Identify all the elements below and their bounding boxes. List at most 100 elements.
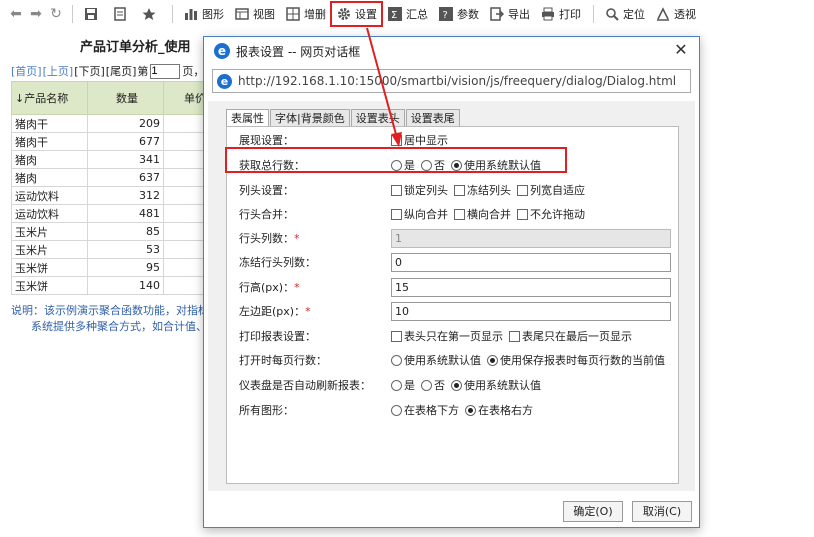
page-number-input[interactable] [150, 63, 181, 79]
cancel-button[interactable]: 取消(C) [632, 501, 692, 522]
tab-table-properties[interactable]: 表属性 [226, 109, 269, 127]
charts-right-radio[interactable]: 在表格右方 [465, 402, 533, 418]
page-rows-default-radio[interactable]: 使用系统默认值 [391, 352, 481, 368]
ie-icon: e [214, 43, 230, 59]
print-button[interactable]: 打印 [536, 3, 585, 25]
gear-icon [336, 6, 352, 22]
auto-refresh-default-radio[interactable]: 使用系统默认值 [451, 377, 541, 393]
required-mark: * [305, 305, 311, 318]
report-title: 产品订单分析_使用 [80, 40, 191, 55]
horizontal-merge-checkbox[interactable]: 横向合并 [454, 206, 511, 222]
cell-product: 运动饮料 [11, 204, 88, 223]
print-settings-label: 打印报表设置： [239, 330, 316, 343]
cell-product: 猪肉干 [11, 114, 88, 133]
add-delete-label: 增删 [304, 8, 326, 21]
freeze-header-checkbox[interactable]: 冻结列头 [454, 182, 511, 198]
column-header-product[interactable]: ↓产品名称 [11, 81, 88, 115]
header-cols-row: 行头列数：* 1 [227, 227, 680, 249]
summary-label: 汇总 [406, 8, 428, 21]
column-header-quantity[interactable]: 数量 [87, 81, 164, 115]
lock-header-checkbox[interactable]: 锁定列头 [391, 182, 448, 198]
settings-tabs: 表属性 字体|背景颜色 设置表头 设置表尾 [226, 109, 461, 127]
note-line-2: 系统提供多种聚合方式，如合计值、 [31, 320, 206, 333]
save-as-button[interactable] [108, 3, 135, 25]
column-header-row: 列头设置： 锁定列头 冻结列头 列宽自适应 [227, 179, 680, 201]
forward-arrow-icon[interactable]: ➡ [26, 6, 46, 22]
add-delete-button[interactable]: 增删 [281, 3, 330, 25]
display-label: 展现设置： [239, 134, 294, 147]
left-margin-label: 左边距(px)： [239, 305, 306, 318]
toolbar-divider [172, 5, 173, 23]
params-button[interactable]: ? 参数 [434, 3, 483, 25]
table-row: 猪肉干 677 [11, 132, 224, 151]
question-icon: ? [438, 6, 454, 22]
ie-icon: e [217, 73, 232, 89]
view-label: 视图 [253, 8, 275, 21]
save-button[interactable] [79, 3, 106, 25]
cell-product: 玉米饼 [11, 276, 88, 295]
back-arrow-icon[interactable]: ⬅ [6, 6, 26, 22]
required-mark: * [294, 281, 300, 294]
export-button[interactable]: 导出 [485, 3, 534, 25]
report-note: 说明：该示例演示聚合函数功能，对指标 系统提供多种聚合方式，如合计值、 [11, 303, 206, 335]
cell-quantity: 677 [87, 132, 164, 151]
table-row: 玉米片 85 [11, 222, 224, 241]
dialog-footer: 确定(O) 取消(C) [204, 493, 701, 529]
tab-table-header[interactable]: 设置表头 [350, 109, 405, 127]
sigma-icon: Σ [387, 6, 403, 22]
footer-last-page-checkbox[interactable]: 表尾只在最后一页显示 [509, 328, 632, 344]
table-row: 玉米饼 95 [11, 258, 224, 277]
tab-table-footer[interactable]: 设置表尾 [405, 109, 460, 127]
vertical-merge-checkbox[interactable]: 纵向合并 [391, 206, 448, 222]
last-page-link[interactable]: [尾页] [106, 63, 137, 79]
cell-product: 玉米片 [11, 240, 88, 259]
favorite-button[interactable] [137, 3, 164, 25]
cell-product: 猪肉 [11, 168, 88, 187]
frozen-cols-row: 冻结行头列数： 0 [227, 251, 680, 273]
close-icon[interactable]: ✕ [671, 40, 691, 60]
chart-button[interactable]: 图形 [179, 3, 228, 25]
search-icon [604, 6, 620, 22]
dialog-title: 报表设置 -- 网页对话框 [236, 44, 361, 59]
prev-page-link[interactable]: [上页] [43, 63, 74, 79]
row-merge-label: 行头合并： [239, 208, 294, 221]
auto-refresh-no-radio[interactable]: 否 [421, 377, 445, 393]
required-mark: * [294, 232, 300, 245]
cell-product: 猪肉干 [11, 132, 88, 151]
center-display-checkbox[interactable]: 居中显示 [391, 132, 448, 148]
next-page-link[interactable]: [下页] [74, 63, 105, 79]
ok-button[interactable]: 确定(O) [563, 501, 623, 522]
view-button[interactable]: 视图 [230, 3, 279, 25]
header-first-page-checkbox[interactable]: 表头只在第一页显示 [391, 328, 503, 344]
settings-button[interactable]: 设置 [330, 1, 383, 27]
pager: [首页] [上页] [下页] [尾页] 第 页，共 [11, 63, 215, 79]
summary-button[interactable]: Σ 汇总 [383, 3, 432, 25]
auto-refresh-yes-radio[interactable]: 是 [391, 377, 415, 393]
tab-font-background[interactable]: 字体|背景颜色 [270, 109, 350, 127]
refresh-icon[interactable]: ↻ [46, 6, 66, 22]
charts-below-radio[interactable]: 在表格下方 [391, 402, 459, 418]
print-settings-row: 打印报表设置： 表头只在第一页显示 表尾只在最后一页显示 [227, 325, 680, 347]
dialog-titlebar[interactable]: e 报表设置 -- 网页对话框 [204, 37, 699, 65]
export-icon [489, 6, 505, 22]
cell-product: 玉米饼 [11, 258, 88, 277]
frozen-cols-input[interactable]: 0 [391, 252, 671, 272]
first-page-link[interactable]: [首页] [11, 63, 42, 79]
cell-quantity: 140 [87, 276, 164, 295]
left-margin-input[interactable]: 10 [391, 301, 671, 321]
no-drag-checkbox[interactable]: 不允许拖动 [517, 206, 585, 222]
report-table: ↓产品名称 数量 单价 猪肉干 209 猪肉干 677 猪肉 341 猪肉 637 运动饮料 31… [11, 81, 224, 295]
page-rows-saved-radio[interactable]: 使用保存报表时每页行数的当前值 [487, 352, 665, 368]
header-cols-input: 1 [391, 228, 671, 248]
pivot-button[interactable]: 透视 [651, 3, 700, 25]
url-bar: e http://192.168.1.10:15000/smartbi/visi… [212, 69, 691, 93]
row-height-input[interactable]: 15 [391, 277, 671, 297]
table-row: 猪肉 341 [11, 150, 224, 169]
svg-text:Σ: Σ [391, 10, 397, 21]
auto-width-checkbox[interactable]: 列宽自适应 [517, 182, 585, 198]
params-label: 参数 [457, 8, 479, 21]
locate-button[interactable]: 定位 [600, 3, 649, 25]
header-cols-label: 行头列数： [239, 232, 294, 245]
auto-refresh-label: 仪表盘是否自动刷新报表： [239, 379, 371, 392]
page-rows-label: 打开时每页行数： [239, 354, 327, 367]
